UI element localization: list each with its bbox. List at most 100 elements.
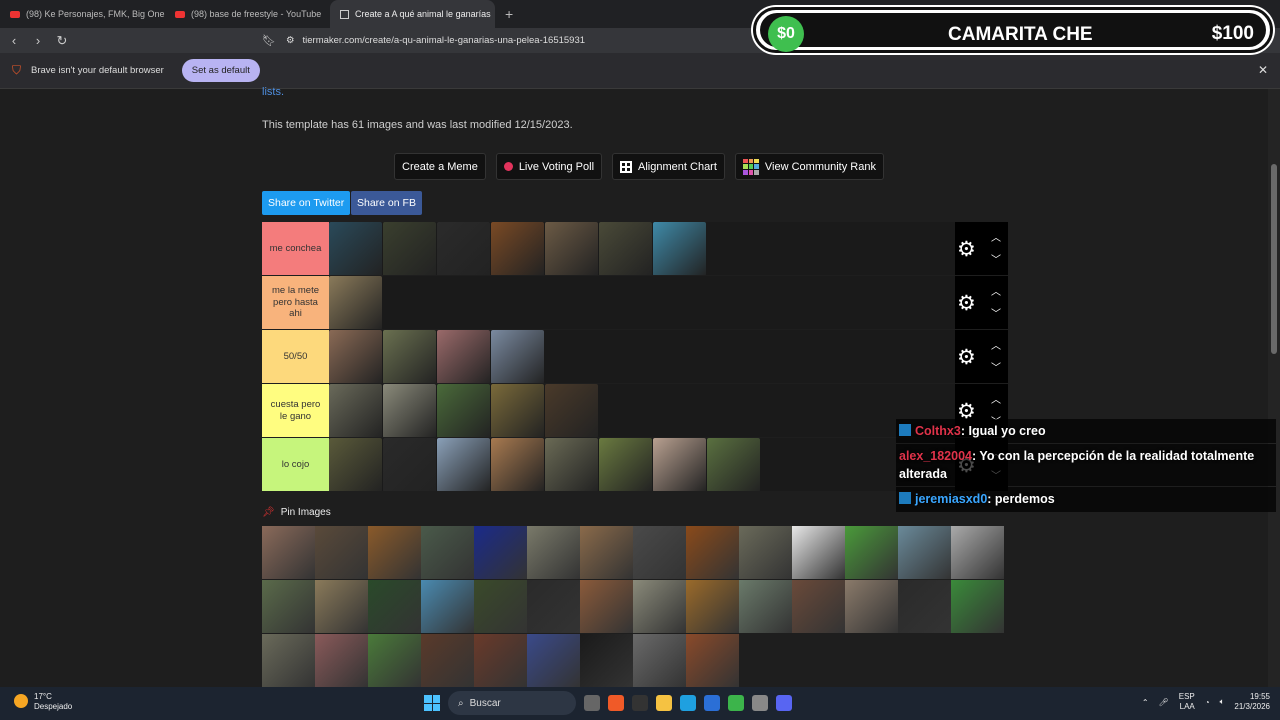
animal-image[interactable] [262,580,315,633]
tray-chevron-icon[interactable]: ⌃ [1142,698,1149,707]
language-indicator[interactable]: ESP LAA [1179,692,1195,713]
minecraft-icon[interactable] [728,695,744,711]
tier-label[interactable]: cuesta pero le gano [262,384,329,437]
animal-image[interactable] [599,438,652,491]
lists-link[interactable]: lists. [262,86,284,98]
reload-icon[interactable]: ↻ [52,33,72,49]
animal-image[interactable] [707,438,760,491]
animal-image[interactable] [686,526,739,579]
pin-images-toggle[interactable]: 📌︎ Pin Images [262,507,331,518]
animal-image[interactable] [686,634,739,687]
animal-image[interactable] [368,526,421,579]
animal-image[interactable] [653,222,706,275]
animal-image[interactable] [527,580,580,633]
chevron-down-icon[interactable]: ﹀ [991,251,1001,266]
tier-label[interactable]: 50/50 [262,330,329,383]
tab-youtube-2[interactable]: (98) base de freestyle - YouTube [165,0,330,28]
community-rank-button[interactable]: View Community Rank [734,153,884,180]
animal-image[interactable] [421,634,474,687]
animal-image[interactable] [437,330,490,383]
animal-image[interactable] [383,330,436,383]
clock[interactable]: 19:55 21/3/2026 [1234,692,1270,713]
animal-image[interactable] [845,526,898,579]
back-icon[interactable]: ‹ [4,33,24,48]
animal-image[interactable] [329,330,382,383]
chevron-down-icon[interactable]: ﹀ [991,359,1001,374]
volume-icon[interactable]: 🔈︎ [1220,697,1225,707]
mic-icon[interactable]: 🎤︎ [1159,698,1169,707]
page-scrollbar[interactable] [1268,89,1280,687]
animal-image[interactable] [633,526,686,579]
gear-icon[interactable]: ⚙ [957,345,976,370]
windows-start-icon[interactable] [424,695,440,711]
animal-image[interactable] [329,222,382,275]
animal-image[interactable] [527,526,580,579]
animal-image[interactable] [545,438,598,491]
animal-image[interactable] [686,580,739,633]
bookmark-icon[interactable]: 🔖︎ [262,34,276,47]
file-explorer-icon[interactable] [656,695,672,711]
gear-icon[interactable]: ⚙ [957,291,976,316]
set-default-button[interactable]: Set as default [181,59,260,82]
chevron-up-icon[interactable]: ︿ [991,229,1001,244]
animal-image[interactable] [329,384,382,437]
site-info-icon[interactable]: ⚙ [286,35,295,46]
new-tab-button[interactable]: + [495,6,523,22]
alignment-chart-button[interactable]: Alignment Chart [612,153,725,180]
taskbar-search[interactable]: ⌕ Buscar [448,691,576,715]
discord-icon[interactable] [776,695,792,711]
animal-image[interactable] [491,222,544,275]
animal-image[interactable] [898,526,951,579]
animal-image[interactable] [491,384,544,437]
animal-image[interactable] [739,526,792,579]
animal-image[interactable] [383,222,436,275]
terminal-icon[interactable] [632,695,648,711]
animal-image[interactable] [474,634,527,687]
url-field[interactable]: ⚙ tiermaker.com/create/a-qu-animal-le-gan… [286,35,585,46]
animal-image[interactable] [898,580,951,633]
edge-icon[interactable] [680,695,696,711]
tier-label[interactable]: lo cojo [262,438,329,491]
animal-image[interactable] [329,438,382,491]
chevron-up-icon[interactable]: ︿ [991,337,1001,352]
animal-image[interactable] [633,580,686,633]
animal-image[interactable] [599,222,652,275]
share-fb-button[interactable]: Share on FB [351,191,422,215]
scrollbar-thumb[interactable] [1271,164,1277,354]
animal-image[interactable] [262,526,315,579]
chevron-up-icon[interactable]: ︿ [991,283,1001,298]
animal-image[interactable] [545,384,598,437]
animal-image[interactable] [792,580,845,633]
close-infobar-icon[interactable]: ✕ [1258,63,1268,77]
animal-image[interactable] [580,580,633,633]
animal-image[interactable] [262,634,315,687]
forward-icon[interactable]: › [28,33,48,48]
animal-image[interactable] [491,330,544,383]
animal-image[interactable] [437,384,490,437]
animal-image[interactable] [437,222,490,275]
animal-image[interactable] [474,580,527,633]
animal-image[interactable] [421,526,474,579]
gear-icon[interactable]: ⚙ [957,237,976,262]
animal-image[interactable] [383,384,436,437]
animal-image[interactable] [383,438,436,491]
animal-image[interactable] [653,438,706,491]
tier-label[interactable]: me la mete pero hasta ahi [262,276,329,329]
animal-image[interactable] [315,526,368,579]
animal-image[interactable] [315,634,368,687]
animal-image[interactable] [491,438,544,491]
animal-image[interactable] [368,580,421,633]
animal-image[interactable] [421,580,474,633]
animal-image[interactable] [474,526,527,579]
animal-image[interactable] [792,526,845,579]
animal-image[interactable] [951,526,1004,579]
store-icon[interactable] [704,695,720,711]
weather-widget[interactable]: 17°C Despejado [14,692,72,713]
animal-image[interactable] [329,276,382,329]
animal-image[interactable] [580,634,633,687]
animal-image[interactable] [739,580,792,633]
brave-taskbar-icon[interactable] [608,695,624,711]
animal-image[interactable] [951,580,1004,633]
animal-image[interactable] [545,222,598,275]
animal-image[interactable] [633,634,686,687]
